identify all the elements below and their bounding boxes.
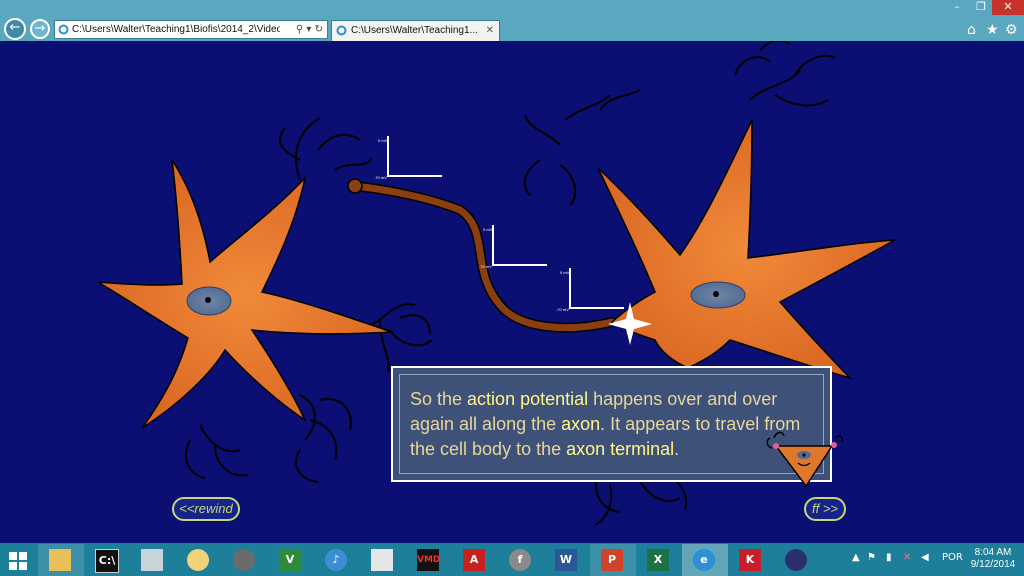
taskbar-acrobat[interactable]: A bbox=[452, 544, 498, 576]
vim-icon: V bbox=[279, 549, 301, 571]
graph3-top-label: 0 mV bbox=[560, 270, 570, 275]
ie-favicon-icon bbox=[58, 24, 69, 35]
term-axon-terminal: axon terminal bbox=[566, 439, 675, 459]
browser-chrome: ← → C:\Users\Walter\Teaching1\Biofis\201… bbox=[0, 0, 1024, 41]
rewind-button[interactable]: <<rewind bbox=[172, 497, 240, 521]
excel-icon: X bbox=[647, 549, 669, 571]
term-axon: axon bbox=[561, 414, 601, 434]
graph1-top-label: 0 mV bbox=[378, 138, 388, 143]
language-indicator[interactable]: POR bbox=[942, 552, 963, 563]
graph2-top-label: 0 mV bbox=[483, 227, 493, 232]
calculator-icon bbox=[141, 549, 163, 571]
kaspersky-icon: K bbox=[739, 549, 761, 571]
tab-close-icon[interactable]: ✕ bbox=[486, 21, 494, 40]
powerpoint-icon: P bbox=[601, 549, 623, 571]
close-button[interactable]: ✕ bbox=[992, 0, 1024, 15]
taskbar: C:\ V ♪ VMD A f W P X e K ▲ ⚑ ▮ ✕ ◀ POR … bbox=[0, 543, 1024, 576]
start-button[interactable] bbox=[0, 544, 38, 576]
right-nucleolus bbox=[713, 291, 719, 297]
console-icon: C:\ bbox=[95, 549, 119, 573]
show-hidden-icons-icon[interactable]: ▲ bbox=[852, 552, 860, 563]
mascot-neuron-icon bbox=[766, 431, 844, 488]
network-icon[interactable]: ✕ bbox=[903, 552, 911, 563]
fast-forward-button[interactable]: ff >> bbox=[804, 497, 846, 521]
clock-date: 9/12/2014 bbox=[970, 559, 1016, 570]
left-nucleolus bbox=[205, 297, 211, 303]
battery-icon[interactable]: ▮ bbox=[886, 552, 892, 563]
taskbar-eclipse[interactable] bbox=[774, 544, 820, 576]
taskbar-screen-recorder[interactable] bbox=[360, 544, 406, 576]
taskbar-vmd[interactable]: VMD bbox=[406, 544, 452, 576]
axon-hillock bbox=[347, 178, 363, 194]
back-arrow-icon: ← bbox=[9, 20, 21, 35]
back-button[interactable]: ← bbox=[4, 18, 26, 40]
ie-favicon-icon bbox=[336, 25, 347, 36]
taskbar-flash[interactable]: f bbox=[498, 544, 544, 576]
taskbar-kaspersky[interactable]: K bbox=[728, 544, 774, 576]
address-text[interactable]: C:\Users\Walter\Teaching1\Biofis\2014_2\… bbox=[72, 21, 280, 38]
taskbar-vim[interactable]: V bbox=[268, 544, 314, 576]
taskbar-excel[interactable]: X bbox=[636, 544, 682, 576]
graph3-bottom-label: -70 mV bbox=[556, 307, 569, 312]
vmd-icon: VMD bbox=[417, 549, 440, 571]
flash-icon: f bbox=[509, 549, 531, 571]
gimp-icon bbox=[233, 549, 255, 571]
taskbar-gimp[interactable] bbox=[222, 544, 268, 576]
taskbar-internet-explorer[interactable]: e bbox=[682, 544, 728, 576]
term-action-potential: action potential bbox=[467, 389, 589, 409]
folder-icon bbox=[49, 549, 71, 571]
eclipse-icon bbox=[785, 549, 807, 571]
taskbar-word[interactable]: W bbox=[544, 544, 590, 576]
gear-icon[interactable]: ⚙ bbox=[1005, 22, 1018, 38]
home-icon[interactable]: ⌂ bbox=[967, 22, 976, 38]
star-icon[interactable]: ★ bbox=[986, 22, 999, 38]
taskbar-calculator[interactable] bbox=[130, 544, 176, 576]
word-icon: W bbox=[555, 549, 577, 571]
taskbar-paint[interactable] bbox=[176, 544, 222, 576]
taskbar-file-explorer[interactable] bbox=[38, 544, 84, 576]
forward-button[interactable]: → bbox=[30, 19, 50, 39]
address-bar[interactable]: C:\Users\Walter\Teaching1\Biofis\2014_2\… bbox=[54, 20, 328, 39]
pdf-icon: A bbox=[463, 549, 485, 571]
taskbar-powerpoint[interactable]: P bbox=[590, 544, 636, 576]
graph1-bottom-label: -70 mV bbox=[374, 175, 387, 180]
flag-icon[interactable]: ⚑ bbox=[867, 552, 876, 563]
forward-arrow-icon: → bbox=[34, 21, 46, 36]
search-icon[interactable]: ⚲ bbox=[296, 24, 303, 35]
browser-tab[interactable]: C:\Users\Walter\Teaching1... ✕ bbox=[331, 20, 500, 41]
music-note-icon: ♪ bbox=[325, 549, 347, 571]
windows-logo-icon bbox=[9, 552, 27, 570]
minimize-button[interactable]: – bbox=[944, 0, 970, 15]
tab-title: C:\Users\Walter\Teaching1... bbox=[351, 25, 478, 36]
clock[interactable]: 8:04 AM 9/12/2014 bbox=[968, 547, 1018, 571]
clock-time: 8:04 AM bbox=[974, 547, 1012, 558]
taskbar-itunes[interactable]: ♪ bbox=[314, 544, 360, 576]
recorder-icon bbox=[371, 549, 393, 571]
palette-icon bbox=[187, 549, 209, 571]
refresh-icon[interactable]: ↻ bbox=[315, 24, 323, 35]
ie-icon: e bbox=[693, 549, 715, 571]
taskbar-command-prompt[interactable]: C:\ bbox=[84, 544, 130, 576]
volume-icon[interactable]: ◀ bbox=[921, 552, 929, 563]
maximize-button[interactable]: ❐ bbox=[970, 0, 992, 15]
narration-text: So the action potential happens over and… bbox=[399, 374, 824, 474]
graph2-bottom-label: -70 mV bbox=[479, 264, 492, 269]
